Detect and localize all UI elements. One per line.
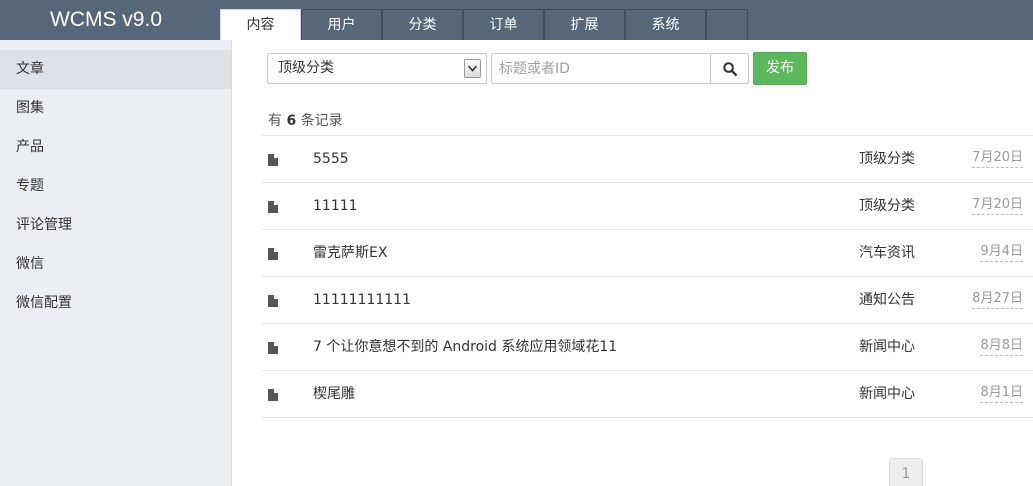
chevron-down-icon[interactable] bbox=[464, 59, 481, 78]
table-row: 5555 顶级分类 7月20日 bbox=[262, 136, 1033, 183]
category-select-value: 顶级分类 bbox=[278, 60, 334, 76]
article-date: 7月20日 bbox=[972, 197, 1023, 215]
article-date: 8月8日 bbox=[980, 338, 1023, 356]
tab-categories[interactable]: 分类 bbox=[382, 9, 463, 40]
article-title[interactable]: 楔尾雕 bbox=[313, 371, 355, 418]
document-icon bbox=[268, 248, 278, 260]
sidebar-item-wechat[interactable]: 微信 bbox=[0, 245, 231, 284]
brand-title: WCMS v9.0 bbox=[49, 8, 162, 31]
document-icon bbox=[268, 201, 278, 213]
document-icon bbox=[268, 389, 278, 401]
article-title[interactable]: 5555 bbox=[313, 136, 349, 183]
sidebar-item-comments[interactable]: 评论管理 bbox=[0, 206, 231, 245]
article-category[interactable]: 顶级分类 bbox=[859, 183, 915, 230]
search-input[interactable] bbox=[491, 53, 711, 84]
tab-system[interactable]: 系统 bbox=[625, 9, 706, 40]
table-row: 雷克萨斯EX 汽车资讯 9月4日 bbox=[262, 230, 1033, 277]
article-category[interactable]: 顶级分类 bbox=[859, 136, 915, 183]
category-select[interactable]: 顶级分类 bbox=[267, 53, 487, 84]
publish-button[interactable]: 发布 bbox=[753, 52, 807, 85]
article-title[interactable]: 11111 bbox=[313, 183, 358, 230]
sidebar-item-products[interactable]: 产品 bbox=[0, 128, 231, 167]
tab-extra[interactable] bbox=[706, 9, 748, 40]
article-category[interactable]: 通知公告 bbox=[859, 277, 915, 324]
sidebar-item-topics[interactable]: 专题 bbox=[0, 167, 231, 206]
tab-orders[interactable]: 订单 bbox=[463, 9, 544, 40]
search-button[interactable] bbox=[710, 53, 749, 84]
article-date: 8月27日 bbox=[972, 291, 1023, 309]
record-count-suffix: 条记录 bbox=[300, 113, 343, 129]
article-date: 8月1日 bbox=[980, 385, 1023, 403]
article-category[interactable]: 新闻中心 bbox=[859, 324, 915, 371]
sidebar-item-articles[interactable]: 文章 bbox=[0, 50, 231, 89]
article-date: 7月20日 bbox=[972, 150, 1023, 168]
main-tabs: 内容 用户 分类 订单 扩展 系统 bbox=[220, 9, 748, 40]
document-icon bbox=[268, 295, 278, 307]
tab-extensions[interactable]: 扩展 bbox=[544, 9, 625, 40]
record-count-prefix: 有 bbox=[268, 113, 282, 129]
sidebar-item-gallery[interactable]: 图集 bbox=[0, 89, 231, 128]
article-category[interactable]: 新闻中心 bbox=[859, 371, 915, 418]
article-list: 5555 顶级分类 7月20日 11111 顶级分类 7月20日 雷克萨斯EX … bbox=[262, 135, 1033, 418]
article-category[interactable]: 汽车资讯 bbox=[859, 230, 915, 277]
record-count: 有 6 条记录 bbox=[268, 110, 343, 130]
table-row: 11111111111 通知公告 8月27日 bbox=[262, 277, 1033, 324]
table-row: 11111 顶级分类 7月20日 bbox=[262, 183, 1033, 230]
document-icon bbox=[268, 342, 278, 354]
article-title[interactable]: 雷克萨斯EX bbox=[313, 230, 387, 277]
record-count-number: 6 bbox=[286, 113, 297, 129]
article-title[interactable]: 7 个让你意想不到的 Android 系统应用领域花11 bbox=[313, 324, 617, 371]
document-icon bbox=[268, 154, 278, 166]
search-icon bbox=[723, 62, 737, 76]
top-bar: WCMS v9.0 内容 用户 分类 订单 扩展 系统 bbox=[0, 0, 1033, 40]
table-row: 7 个让你意想不到的 Android 系统应用领域花11 新闻中心 8月8日 bbox=[262, 324, 1033, 371]
tab-users[interactable]: 用户 bbox=[301, 9, 382, 40]
tab-content[interactable]: 内容 bbox=[220, 9, 301, 40]
sidebar: 文章 图集 产品 专题 评论管理 微信 微信配置 bbox=[0, 40, 232, 486]
pagination-page-1[interactable]: 1 bbox=[889, 458, 923, 486]
table-row: 楔尾雕 新闻中心 8月1日 bbox=[262, 371, 1033, 418]
article-date: 9月4日 bbox=[980, 244, 1023, 262]
article-title[interactable]: 11111111111 bbox=[313, 277, 411, 324]
sidebar-item-wechat-config[interactable]: 微信配置 bbox=[0, 284, 231, 323]
